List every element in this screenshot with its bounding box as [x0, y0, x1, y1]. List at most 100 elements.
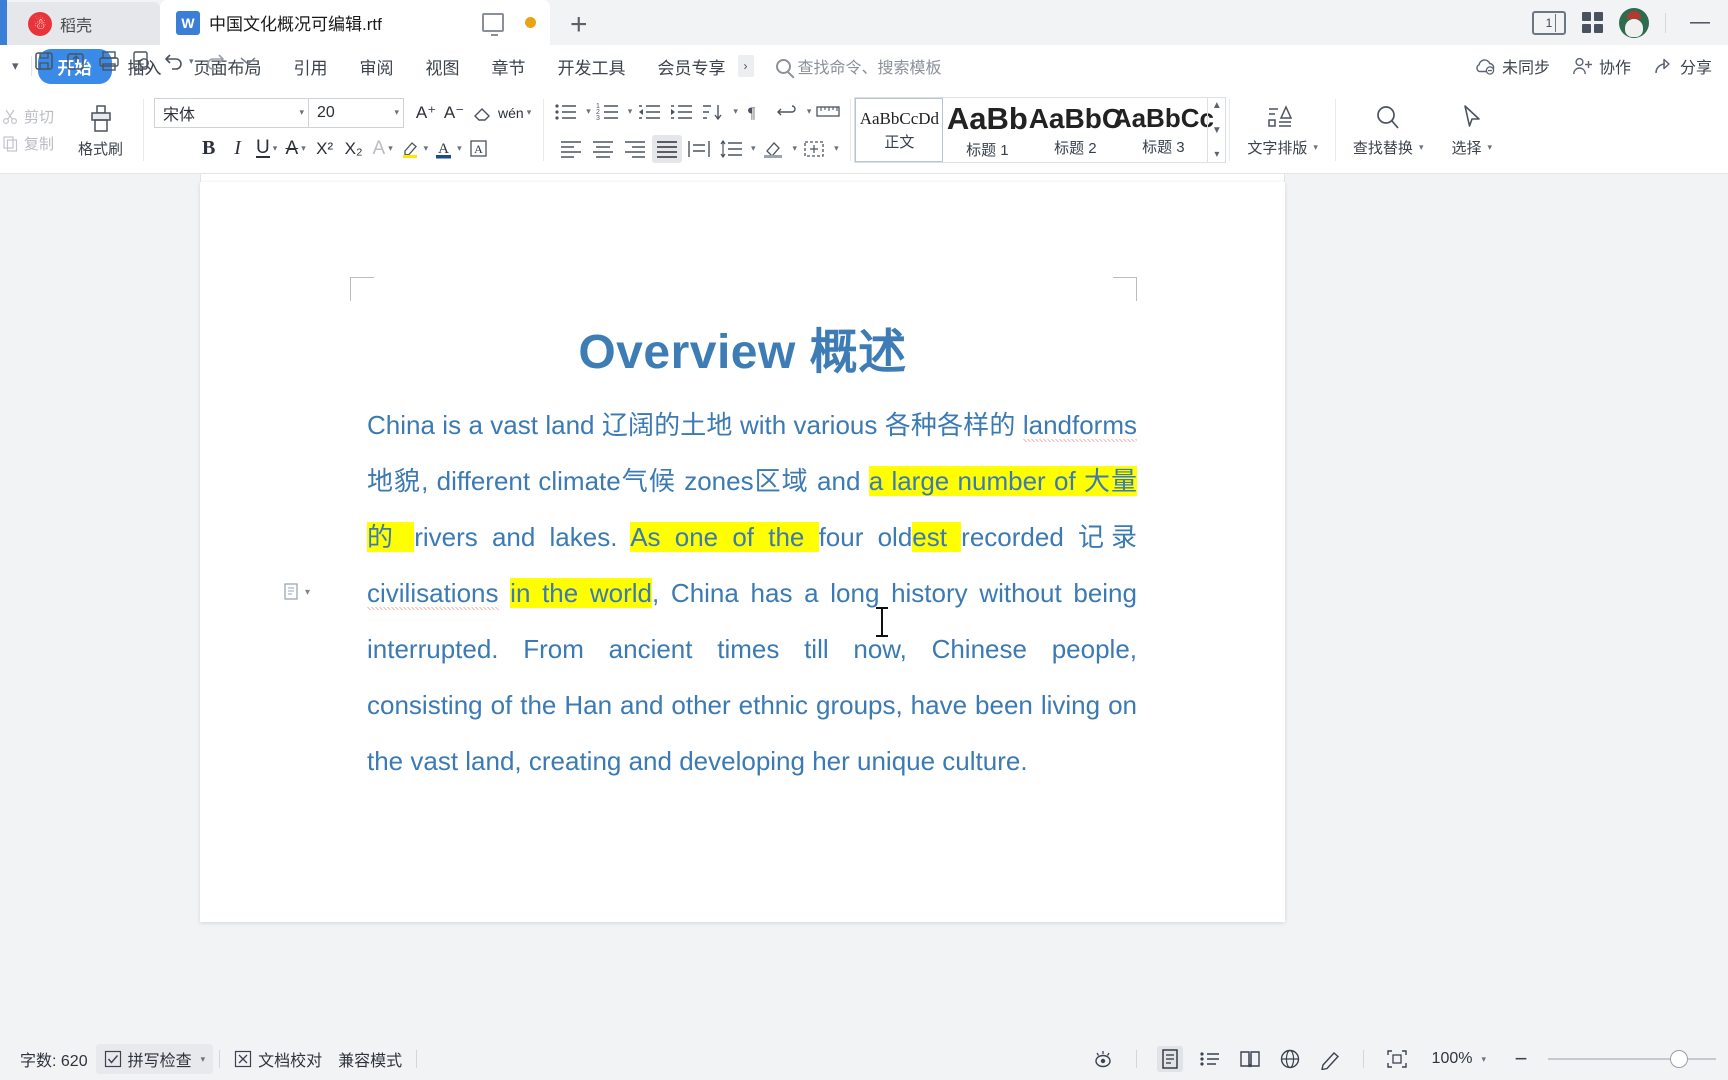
line-break-button[interactable] [772, 98, 802, 126]
command-search[interactable]: 查找命令、搜索模板 [775, 54, 942, 78]
user-avatar[interactable] [1619, 7, 1649, 38]
fit-page-icon[interactable] [1384, 1046, 1410, 1072]
align-center-button[interactable] [588, 135, 618, 163]
italic-button[interactable]: I [224, 135, 252, 163]
text-layout-button[interactable]: 文字排版 ▾ [1233, 87, 1332, 173]
edit-pen-icon[interactable] [1317, 1046, 1343, 1072]
chevron-down-icon[interactable]: ▾ [297, 107, 305, 118]
chevron-down-icon[interactable]: ▾ [4, 58, 31, 74]
scroll-up-icon[interactable]: ▲ [1208, 100, 1225, 111]
style-item-heading-3[interactable]: AaBbCc 标题 3 [1113, 98, 1214, 162]
document-body[interactable]: China is a vast land 辽阔的土地 with various … [367, 397, 1138, 789]
tab-developer-tools[interactable]: 开发工具 [542, 49, 642, 84]
underline-button[interactable]: U ▾ [253, 135, 281, 163]
style-item-normal[interactable]: AaBbCcDd 正文 [855, 98, 944, 162]
daoke-tab[interactable]: ☃ 稻壳 [0, 2, 160, 45]
style-item-heading-1[interactable]: AaBb 标题 1 [943, 98, 1031, 162]
bullet-list-button[interactable] [551, 98, 581, 126]
subscript-button[interactable]: X₂ [340, 135, 368, 163]
chevron-down-icon[interactable]: ▾ [198, 1054, 206, 1065]
font-size-input[interactable]: 20 ▾ [309, 97, 405, 128]
quick-access-more-icon[interactable] [234, 47, 262, 75]
chevron-down-icon[interactable]: ▾ [1416, 142, 1424, 153]
styles-more-icon[interactable]: ▾ [1208, 149, 1225, 160]
document-canvas[interactable]: Overview 概述 China is a vast land 辽阔的土地 w… [0, 174, 1728, 1038]
share-button[interactable]: 分享 [1653, 54, 1712, 78]
chevron-down-icon[interactable]: ▾ [804, 106, 812, 117]
page-view-icon[interactable] [1156, 1046, 1183, 1072]
chevron-down-icon[interactable]: ▾ [790, 143, 798, 154]
zoom-slider-handle[interactable] [1670, 1050, 1688, 1068]
grow-font-button[interactable]: A⁺ [412, 99, 440, 127]
justify-button[interactable] [652, 134, 683, 163]
chevron-down-icon[interactable]: ▾ [421, 143, 429, 154]
character-border-button[interactable]: A [465, 135, 493, 163]
zoom-level[interactable]: 100% ▾ [1424, 1047, 1494, 1071]
chevron-down-icon[interactable]: ▾ [1478, 1054, 1486, 1065]
page-count-icon[interactable]: 1 [1532, 10, 1566, 35]
increase-indent-button[interactable] [666, 98, 696, 126]
new-tab-button[interactable]: + [550, 5, 608, 45]
document-tab[interactable]: W 中国文化概况可编辑.rtf [160, 0, 550, 45]
chevron-down-icon[interactable]: ▾ [625, 106, 633, 117]
decrease-indent-button[interactable] [634, 98, 664, 126]
distribute-button[interactable] [684, 135, 714, 163]
borders-button[interactable] [799, 135, 829, 163]
align-left-button[interactable] [556, 135, 586, 163]
shading-button[interactable] [758, 135, 788, 163]
chevron-down-icon[interactable]: ▾ [305, 587, 310, 598]
copy-button[interactable]: 复制 [2, 133, 54, 154]
chevron-down-icon[interactable]: ▾ [392, 107, 400, 118]
web-view-icon[interactable] [1277, 1046, 1303, 1072]
zoom-slider[interactable] [1548, 1050, 1716, 1068]
chevron-down-icon[interactable]: ▾ [298, 143, 306, 154]
minimize-button[interactable]: — [1682, 11, 1718, 34]
shrink-font-button[interactable]: A⁻ [440, 99, 468, 127]
chevron-right-icon[interactable]: › [737, 55, 754, 77]
redo-icon[interactable] [200, 47, 230, 75]
strikethrough-button[interactable]: A ▾ [282, 135, 310, 163]
save-icon[interactable] [30, 47, 58, 75]
pinyin-guide-button[interactable]: wén ▾ [496, 99, 533, 127]
chevron-down-icon[interactable]: ▾ [186, 56, 194, 67]
chevron-down-icon[interactable]: ▾ [385, 143, 393, 154]
find-replace-button[interactable]: 查找替换 ▾ [1339, 87, 1438, 173]
bold-button[interactable]: B [195, 135, 223, 163]
sync-status[interactable]: 未同步 [1474, 54, 1550, 78]
text-effects-button[interactable]: A ▾ [369, 135, 397, 163]
chevron-down-icon[interactable]: ▾ [1310, 142, 1318, 153]
chevron-down-icon[interactable]: ▾ [524, 107, 532, 118]
read-view-icon[interactable] [1237, 1046, 1263, 1072]
format-painter-button[interactable]: 格式刷 [68, 102, 133, 159]
collaborate-button[interactable]: 协作 [1572, 54, 1631, 78]
save-as-icon[interactable] [62, 47, 90, 75]
document-page[interactable]: Overview 概述 China is a vast land 辽阔的土地 w… [200, 182, 1285, 922]
print-icon[interactable] [94, 47, 124, 75]
font-name-input[interactable]: 宋体 ▾ [154, 97, 310, 128]
align-right-button[interactable] [620, 135, 650, 163]
chevron-down-icon[interactable]: ▾ [730, 106, 738, 117]
styles-gallery-scroll[interactable]: ▲ ▼ ▾ [1207, 98, 1225, 162]
zoom-out-button[interactable]: − [1508, 1046, 1534, 1072]
ruler-toggle-button[interactable] [813, 98, 843, 126]
apps-grid-icon[interactable] [1582, 12, 1603, 33]
chevron-down-icon[interactable]: ▾ [1484, 142, 1492, 153]
font-color-button[interactable]: A ▾ [431, 135, 464, 163]
spell-check-button[interactable]: 拼写检查 ▾ [95, 1044, 214, 1074]
chevron-down-icon[interactable]: ▾ [454, 143, 462, 154]
show-marks-button[interactable]: ¶ [740, 98, 770, 126]
print-preview-icon[interactable] [128, 47, 156, 75]
cut-button[interactable]: 剪切 [2, 106, 54, 127]
tab-vip[interactable]: 会员专享 [642, 49, 742, 84]
tab-review[interactable]: 审阅 [344, 49, 410, 84]
sort-button[interactable] [698, 98, 728, 126]
scroll-down-icon[interactable]: ▼ [1208, 125, 1225, 136]
tab-references[interactable]: 引用 [278, 49, 344, 84]
clear-format-icon[interactable] [468, 99, 496, 127]
presentation-monitor-icon[interactable] [482, 13, 504, 36]
focus-eye-icon[interactable] [1090, 1046, 1116, 1072]
chevron-down-icon[interactable]: ▾ [748, 143, 756, 154]
chevron-down-icon[interactable]: ▾ [831, 143, 839, 154]
superscript-button[interactable]: X² [311, 135, 339, 163]
tab-view[interactable]: 视图 [410, 49, 476, 84]
